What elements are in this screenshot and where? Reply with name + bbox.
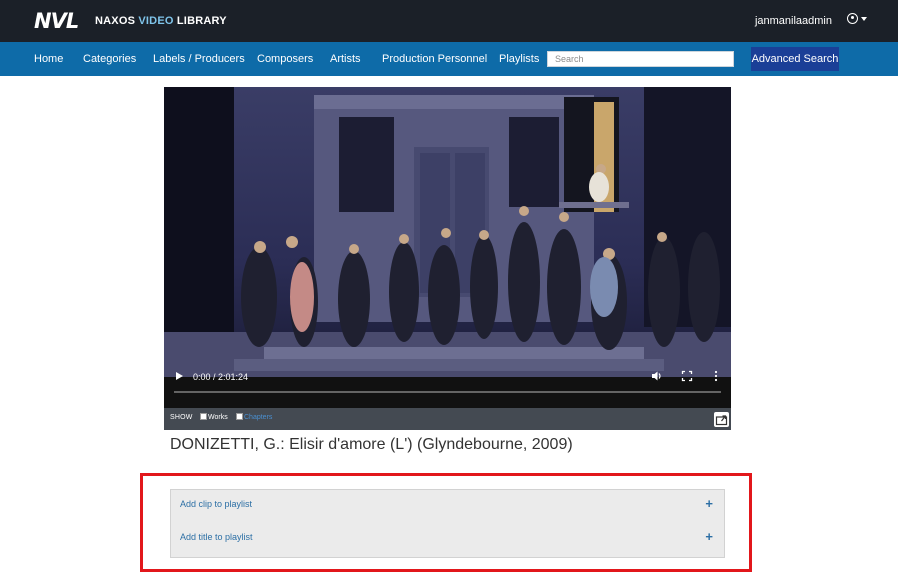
- nav-composers[interactable]: Composers: [257, 53, 313, 65]
- logo-text: NVL: [34, 9, 79, 33]
- brand-suffix: LIBRARY: [176, 15, 227, 27]
- add-clip-to-playlist-row[interactable]: Add clip to playlist +: [170, 489, 725, 522]
- nav-playlists[interactable]: Playlists: [499, 53, 539, 65]
- nav-categories[interactable]: Categories: [83, 53, 136, 65]
- nav-home[interactable]: Home: [34, 53, 63, 65]
- time-display: 0:00 / 2:01:24: [193, 372, 249, 382]
- nav-production-personnel[interactable]: Production Personnel: [382, 53, 487, 65]
- nvl-logo[interactable]: NVL: [34, 9, 79, 33]
- user-circle-icon: [847, 13, 858, 24]
- chapters-label: Chapters: [244, 414, 273, 421]
- plus-icon[interactable]: +: [705, 530, 713, 543]
- brand-prefix: NAXOS: [95, 15, 136, 27]
- caret-down-icon: [861, 16, 867, 21]
- video-title: DONIZETTI, G.: Elisir d'amore (L') (Glyn…: [170, 436, 573, 453]
- brand-accent: VIDEO: [138, 15, 174, 27]
- works-label: Works: [208, 414, 228, 421]
- search-input[interactable]: Search: [547, 51, 734, 67]
- add-title-to-playlist-row[interactable]: Add title to playlist +: [170, 522, 725, 555]
- progress-bar[interactable]: [174, 391, 721, 393]
- brand-name: NAXOS VIDEO LIBRARY: [95, 15, 227, 27]
- video-player[interactable]: [164, 87, 731, 408]
- add-title-label: Add title to playlist: [180, 532, 253, 542]
- add-clip-label: Add clip to playlist: [180, 499, 253, 509]
- more-icon[interactable]: [710, 370, 722, 382]
- nav-labels-producers[interactable]: Labels / Producers: [153, 53, 245, 65]
- show-label: SHOW: [170, 414, 193, 421]
- nav-artists[interactable]: Artists: [330, 53, 361, 65]
- fullscreen-icon[interactable]: [681, 370, 693, 382]
- video-frame: [164, 87, 731, 408]
- play-icon[interactable]: [176, 372, 183, 380]
- user-menu-button[interactable]: [847, 13, 867, 24]
- advanced-search-button[interactable]: Advanced Search: [751, 47, 839, 71]
- export-icon[interactable]: [714, 412, 729, 427]
- plus-icon[interactable]: +: [705, 497, 713, 510]
- chapters-checkbox[interactable]: [236, 413, 243, 420]
- works-checkbox[interactable]: [200, 413, 207, 420]
- username[interactable]: janmanilaadmin: [755, 15, 832, 27]
- volume-icon[interactable]: [651, 370, 663, 382]
